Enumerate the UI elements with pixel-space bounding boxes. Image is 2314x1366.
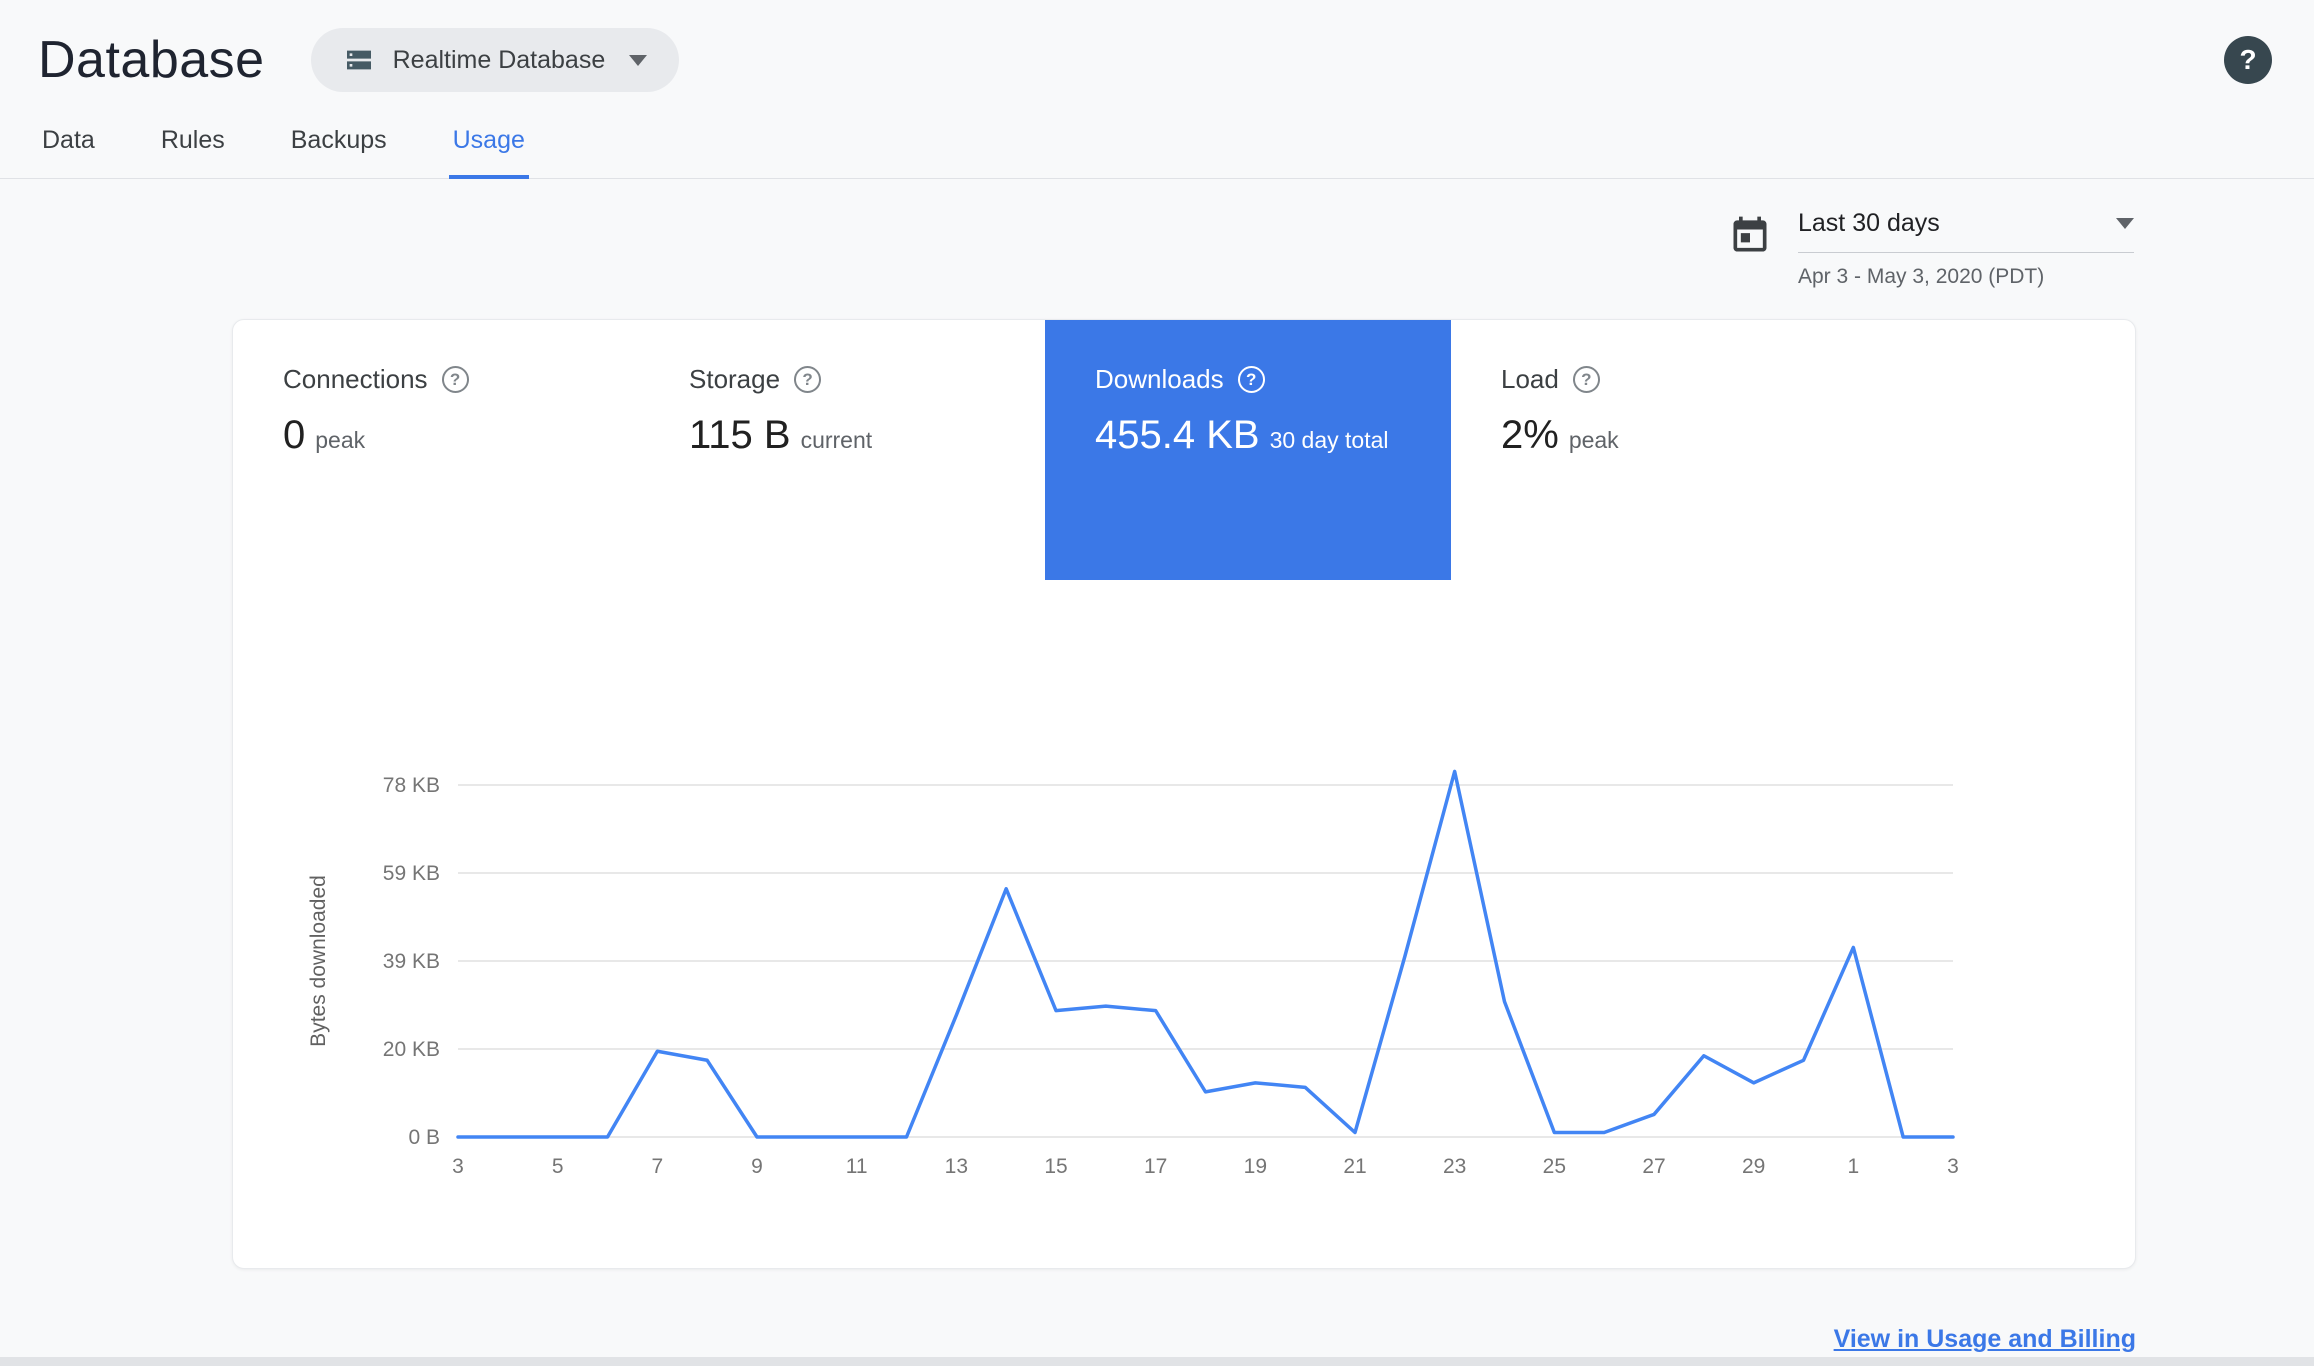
svg-text:0 B: 0 B xyxy=(408,1126,440,1149)
svg-text:1: 1 xyxy=(1847,1155,1859,1178)
calendar-icon xyxy=(1728,213,1772,257)
date-range-dropdown[interactable]: Last 30 days Apr 3 - May 3, 2020 (PDT) xyxy=(1728,209,2134,289)
metric-value: 0 xyxy=(283,413,306,457)
metric-tile-downloads[interactable]: Downloads ? 455.4 KB 30 day total xyxy=(1045,320,1451,580)
help-button[interactable]: ? xyxy=(2224,36,2272,84)
help-circle-icon[interactable]: ? xyxy=(1237,366,1265,393)
database-icon xyxy=(343,44,375,76)
tab-usage[interactable]: Usage xyxy=(448,112,529,179)
svg-text:21: 21 xyxy=(1343,1155,1366,1178)
metric-unit: peak xyxy=(315,427,366,453)
svg-text:13: 13 xyxy=(945,1155,968,1178)
bottom-divider xyxy=(0,1357,2314,1366)
date-range-row: Last 30 days Apr 3 - May 3, 2020 (PDT) xyxy=(0,209,2314,289)
metric-tile-connections[interactable]: Connections ? 0 peak xyxy=(233,320,639,580)
svg-text:59 KB: 59 KB xyxy=(383,862,440,885)
page-title: Database xyxy=(38,31,265,89)
date-range-main: Last 30 days Apr 3 - May 3, 2020 (PDT) xyxy=(1798,209,2134,289)
chevron-down-icon xyxy=(2116,218,2134,229)
tab-bar: Data Rules Backups Usage xyxy=(0,112,2314,179)
question-mark-icon: ? xyxy=(2239,44,2257,75)
svg-text:20 KB: 20 KB xyxy=(383,1038,440,1061)
line-chart: 0 B20 KB39 KB59 KB78 KB3 5 7 9 11 13 15 17 19 21 2… xyxy=(307,769,1959,1178)
downloads-chart: 0 B 20 KB 39 KB 59 KB 78 KB 3 5 7 9 11 13 15 17 19 21 2… xyxy=(233,745,2135,1220)
page-header: Database Realtime Database ? xyxy=(0,0,2314,98)
help-circle-icon[interactable]: ? xyxy=(794,366,822,393)
svg-text:27: 27 xyxy=(1642,1155,1665,1178)
metric-label: Storage xyxy=(689,364,781,394)
metric-value: 2% xyxy=(1501,413,1559,457)
svg-text:11: 11 xyxy=(846,1155,868,1178)
help-circle-icon[interactable]: ? xyxy=(441,366,469,393)
svg-text:3: 3 xyxy=(1947,1155,1959,1178)
metric-unit: peak xyxy=(1568,427,1619,453)
metric-label: Connections xyxy=(283,364,428,394)
tab-backups[interactable]: Backups xyxy=(287,112,391,178)
svg-text:3: 3 xyxy=(452,1155,464,1178)
svg-text:25: 25 xyxy=(1543,1155,1566,1178)
svg-text:9: 9 xyxy=(751,1155,763,1178)
metric-value: 115 B xyxy=(689,413,791,457)
tab-data[interactable]: Data xyxy=(38,112,99,178)
svg-text:78 KB: 78 KB xyxy=(383,774,440,797)
svg-text:39 KB: 39 KB xyxy=(383,950,440,973)
date-range-label: Last 30 days xyxy=(1798,209,1940,237)
view-usage-billing-link[interactable]: View in Usage and Billing xyxy=(1834,1325,2136,1353)
svg-text:Bytes downloaded: Bytes downloaded xyxy=(307,875,330,1047)
metric-tile-load[interactable]: Load ? 2% peak xyxy=(1451,320,1857,580)
date-range-detail: Apr 3 - May 3, 2020 (PDT) xyxy=(1798,265,2045,288)
metric-label: Load xyxy=(1501,364,1559,394)
metric-tile-storage[interactable]: Storage ? 115 B current xyxy=(639,320,1045,580)
metric-value: 455.4 KB xyxy=(1095,413,1260,457)
svg-text:29: 29 xyxy=(1742,1155,1765,1178)
help-circle-icon[interactable]: ? xyxy=(1572,366,1600,393)
svg-text:19: 19 xyxy=(1244,1155,1267,1178)
metric-tiles: Connections ? 0 peak Storage ? 115 B curre… xyxy=(233,320,2135,580)
usage-card: Connections ? 0 peak Storage ? 115 B curre… xyxy=(232,319,2136,1269)
footer: View in Usage and Billing xyxy=(232,1325,2136,1354)
date-range-selected: Last 30 days xyxy=(1798,209,2134,253)
database-selector-dropdown[interactable]: Realtime Database xyxy=(310,28,680,92)
svg-text:17: 17 xyxy=(1144,1155,1167,1178)
svg-text:23: 23 xyxy=(1443,1155,1466,1178)
database-selector-label: Realtime Database xyxy=(392,45,606,74)
chevron-down-icon xyxy=(629,54,648,66)
svg-text:15: 15 xyxy=(1044,1155,1067,1178)
metric-unit: 30 day total xyxy=(1269,427,1389,453)
svg-text:7: 7 xyxy=(651,1155,663,1178)
svg-text:5: 5 xyxy=(552,1155,564,1178)
metric-unit: current xyxy=(800,427,873,453)
tab-rules[interactable]: Rules xyxy=(157,112,229,178)
metric-label: Downloads xyxy=(1095,364,1224,394)
